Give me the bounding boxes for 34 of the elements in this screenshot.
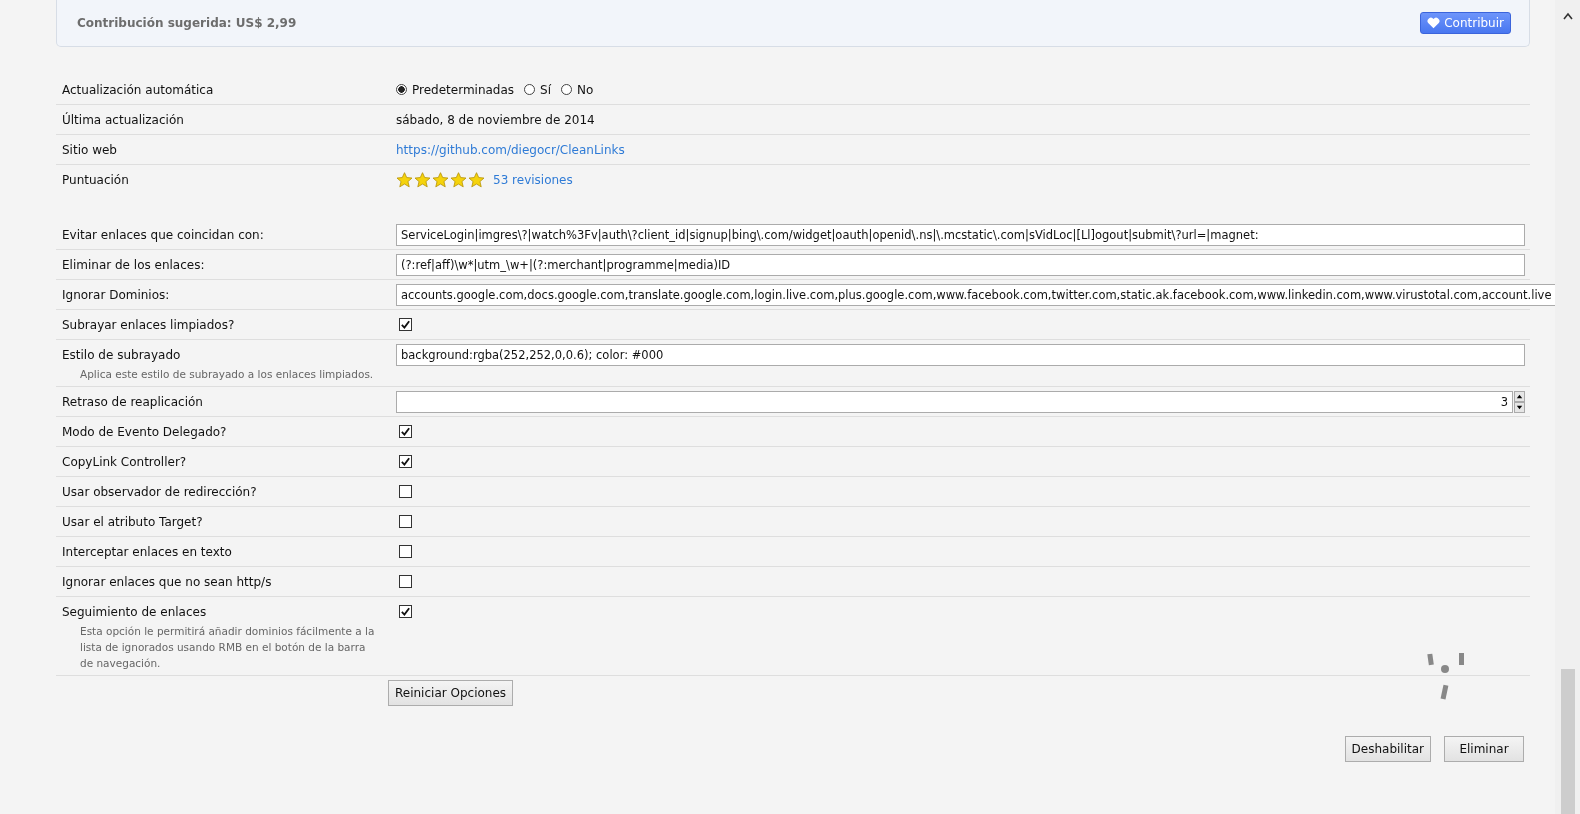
contribution-text: Contribución sugerida: US$ 2,99 bbox=[77, 15, 297, 30]
setting-label: Seguimiento de enlaces bbox=[62, 605, 207, 619]
radio-option[interactable]: Predeterminadas bbox=[396, 82, 515, 97]
setting-label: Ignorar enlaces que no sean http/s bbox=[62, 575, 272, 589]
text-field[interactable]: background:rgba(252,252,0,0.6); color: #000 bbox=[396, 344, 1525, 366]
text-field[interactable]: accounts.google.com,docs.google.com,translate.google.com,login.live.com,plus.google.com,www.facebook.com,twitter.com,static.ak.facebook.com,www.linkedin.com,www.virustotal.com,account.live bbox=[396, 284, 1557, 306]
setting-label: CopyLink Controller? bbox=[62, 455, 187, 469]
action-button[interactable]: Eliminar bbox=[1444, 736, 1524, 762]
setting-label: Modo de Evento Delegado? bbox=[62, 425, 227, 439]
setting-label: Estilo de subrayado bbox=[62, 348, 181, 362]
radio-option[interactable]: Sí bbox=[524, 82, 552, 97]
number-field[interactable]: 3 bbox=[396, 391, 1513, 413]
reset-button[interactable]: Reiniciar Opciones bbox=[388, 680, 514, 706]
detail-value: sábado, 8 de noviembre de 2014 bbox=[396, 112, 595, 127]
detail-label: Puntuación bbox=[62, 172, 129, 187]
text-field[interactable]: ServiceLogin|imgres\?|watch%3Fv|auth\?client_id|signup|bing\.com/widget|oauth|openid\.ns|\.mcstatic\.com|sVidLoc|[Ll]ogout|submit\?url=|magnet: bbox=[396, 224, 1525, 246]
setting-label: Interceptar enlaces en texto bbox=[62, 545, 232, 559]
setting-description: Aplica este estilo de subrayado a los enlaces limpiados. bbox=[79, 367, 375, 382]
website-link[interactable]: https://github.com/diegocr/CleanLinks bbox=[396, 142, 625, 157]
text-field[interactable]: (?:ref|aff)\w*|utm_\w+|(?:merchant|programme|media)ID bbox=[396, 254, 1525, 276]
setting-label: Ignorar Dominios: bbox=[62, 288, 170, 302]
setting-label: Retraso de reaplicación bbox=[62, 395, 203, 409]
setting-label: Evitar enlaces que coincidan con: bbox=[62, 228, 264, 242]
detail-label: Última actualización bbox=[62, 112, 184, 127]
setting-label: Usar observador de redirección? bbox=[62, 485, 257, 499]
detail-label: Actualización automática bbox=[62, 82, 214, 97]
setting-label: Eliminar de los enlaces: bbox=[62, 258, 205, 272]
setting-label: Subrayar enlaces limpiados? bbox=[62, 318, 235, 332]
action-button[interactable]: Deshabilitar bbox=[1344, 736, 1431, 762]
setting-description: Esta opción le permitirá añadir dominios fácilmente a la lista de ignorados usando RMB en el botón de la barra de navegación. bbox=[79, 624, 376, 671]
detail-label: Sitio web bbox=[62, 142, 117, 157]
setting-label: Usar el atributo Target? bbox=[62, 515, 203, 529]
reviews-link[interactable]: 53 revisiones bbox=[493, 172, 573, 187]
radio-option[interactable]: No bbox=[561, 82, 594, 97]
